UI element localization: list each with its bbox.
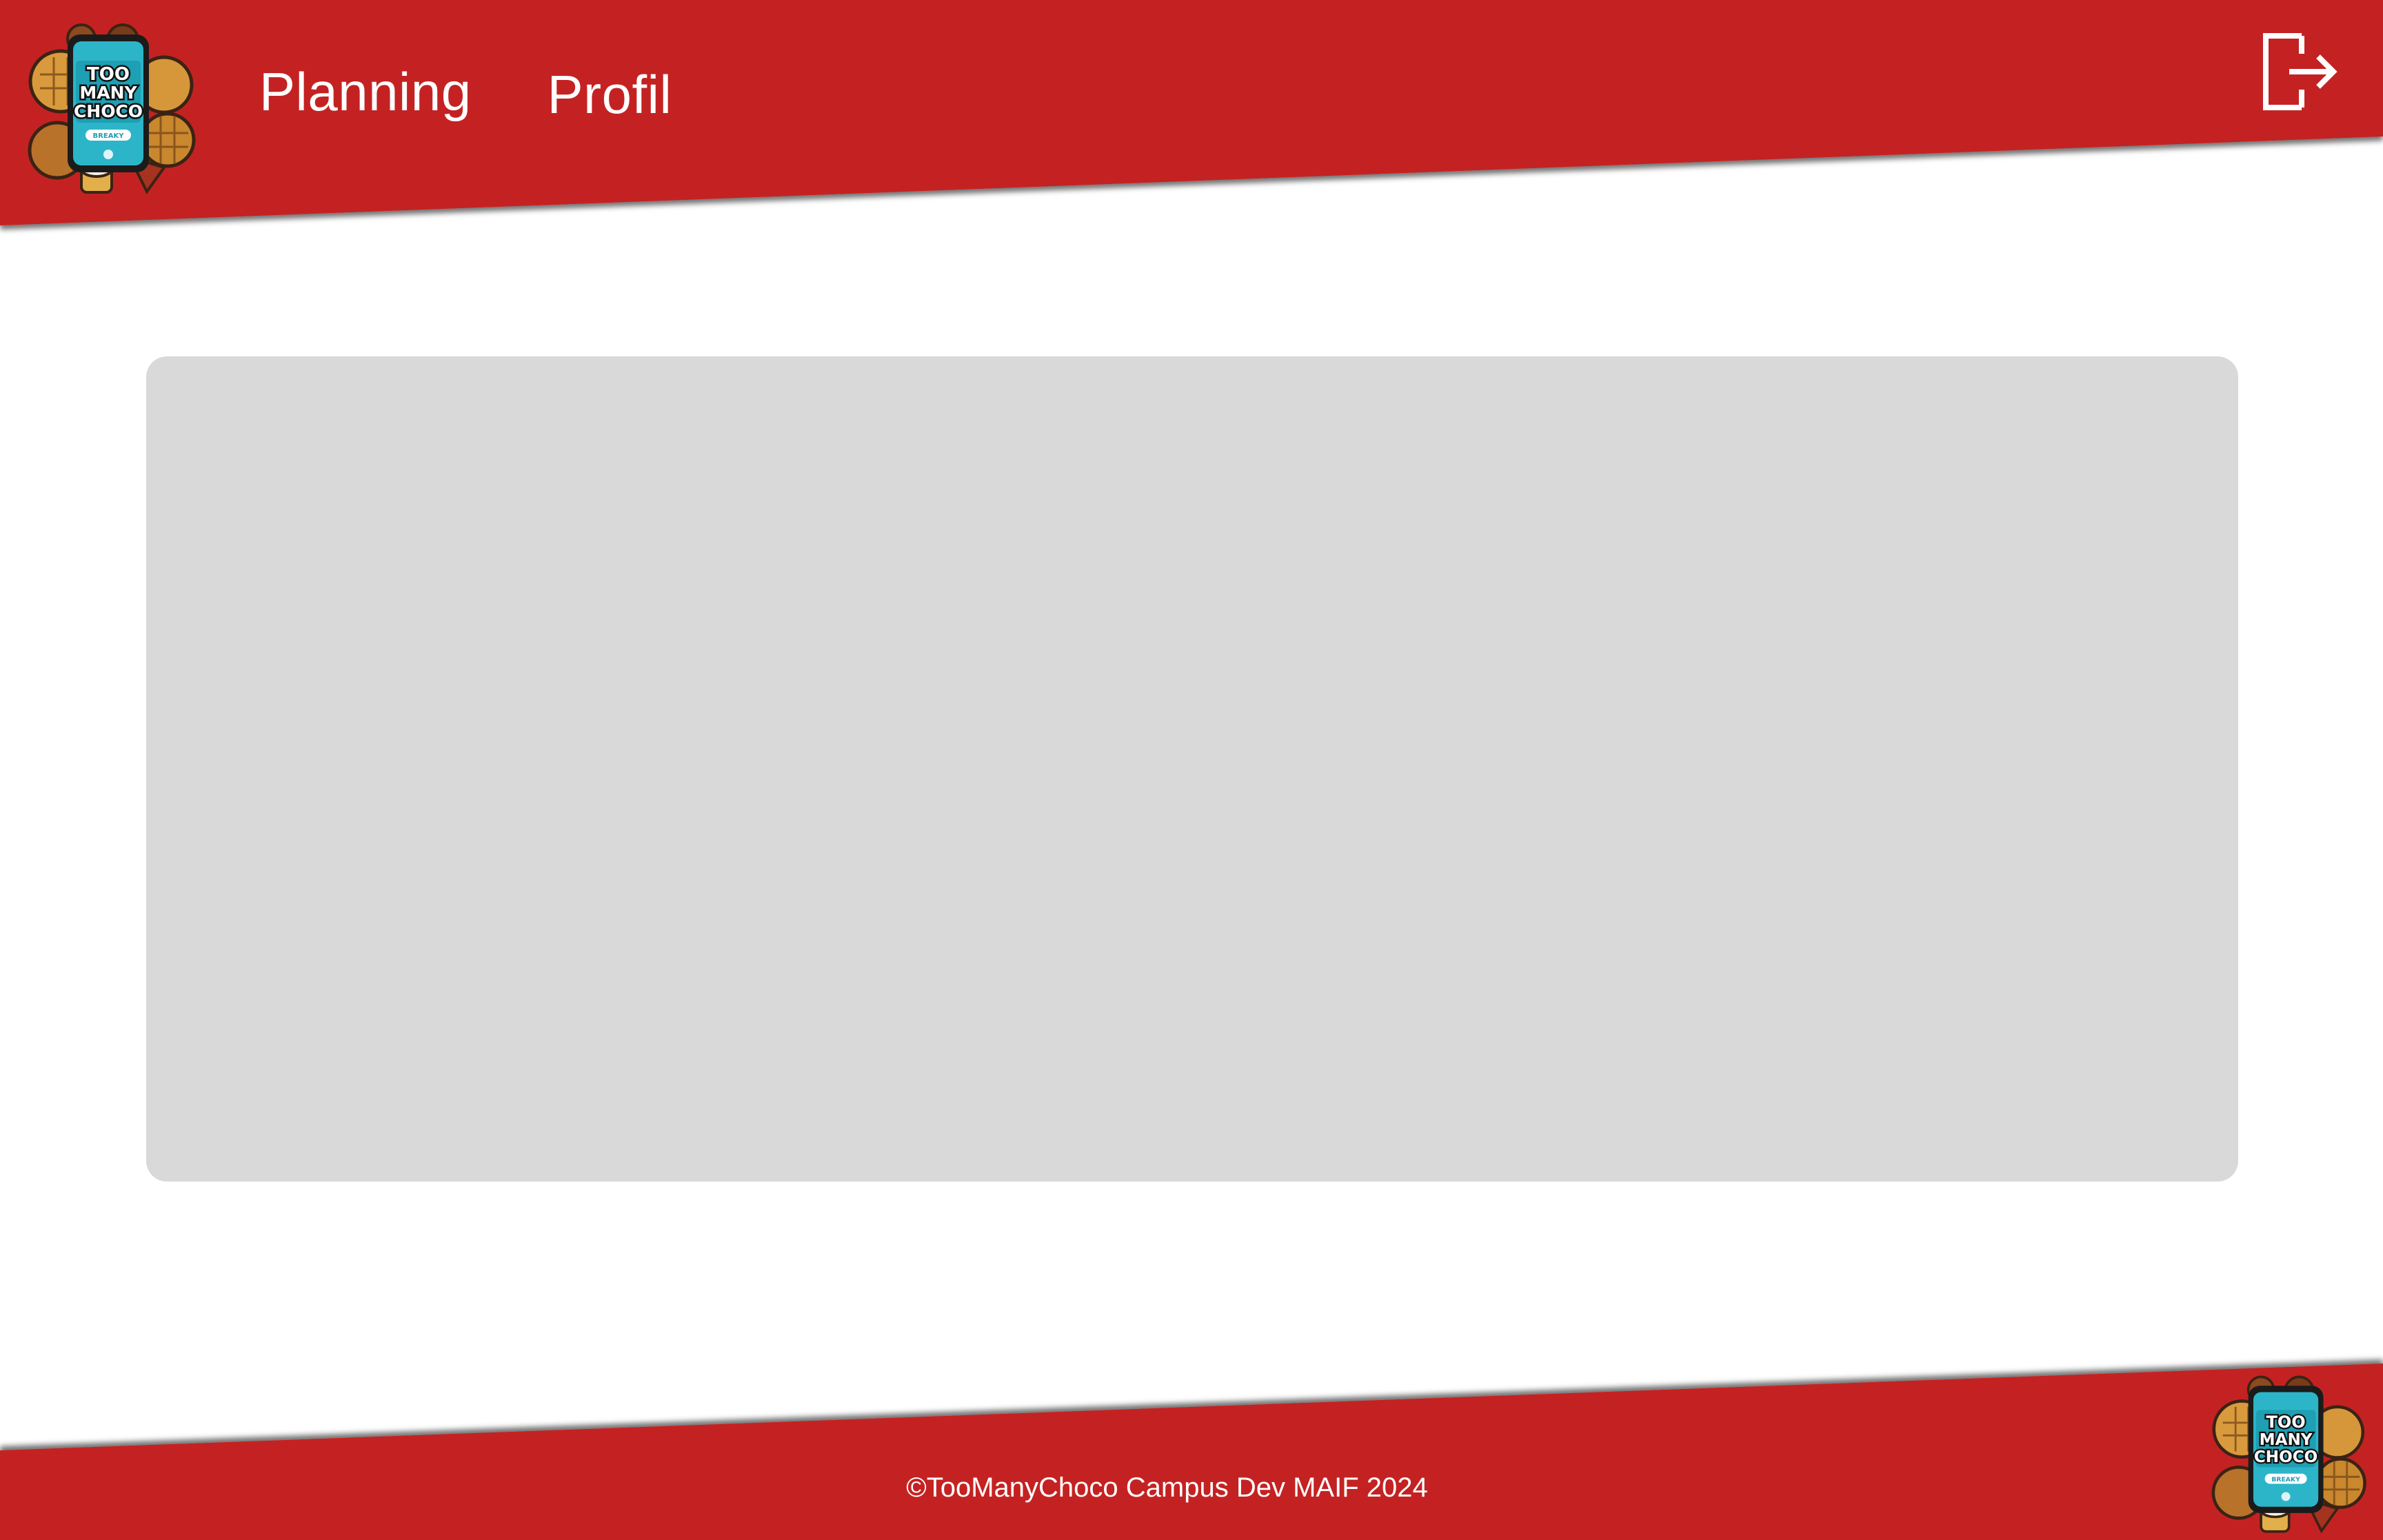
main-content-panel <box>146 356 2238 1182</box>
footer-logo-text-line-1: TOO <box>2266 1412 2305 1432</box>
toomanychoco-logo-icon: TOO MANY CHOCO BREAKY <box>28 23 196 194</box>
footer-logo: TOO MANY CHOCO BREAKY <box>2204 1372 2369 1537</box>
footer-logo-button-text: BREAKY <box>2271 1476 2300 1483</box>
logo-button-text: BREAKY <box>93 132 125 140</box>
footer-logo-text-line-3: CHOCO <box>2254 1448 2317 1466</box>
nav-link-profil[interactable]: Profil <box>547 63 672 126</box>
footer-band <box>0 1351 2383 1540</box>
logout-button[interactable] <box>2259 30 2342 113</box>
logo-text-line-2: MANY <box>79 83 137 103</box>
nav-link-planning[interactable]: Planning <box>259 61 472 123</box>
footer-copyright: ©TooManyChoco Campus Dev MAIF 2024 <box>906 1472 1428 1503</box>
brand-logo[interactable]: TOO MANY CHOCO BREAKY <box>19 19 199 199</box>
logout-icon <box>2263 33 2337 110</box>
main-nav: Planning Profil <box>259 61 672 126</box>
logo-text-line-1: TOO <box>87 64 130 85</box>
page: TOO MANY CHOCO BREAKY Planning Profil ©T… <box>0 0 2383 1540</box>
footer-logo-text-line-2: MANY <box>2260 1431 2313 1449</box>
toomanychoco-logo-icon: TOO MANY CHOCO BREAKY <box>2211 1375 2366 1534</box>
logo-text-line-3: CHOCO <box>74 101 143 121</box>
